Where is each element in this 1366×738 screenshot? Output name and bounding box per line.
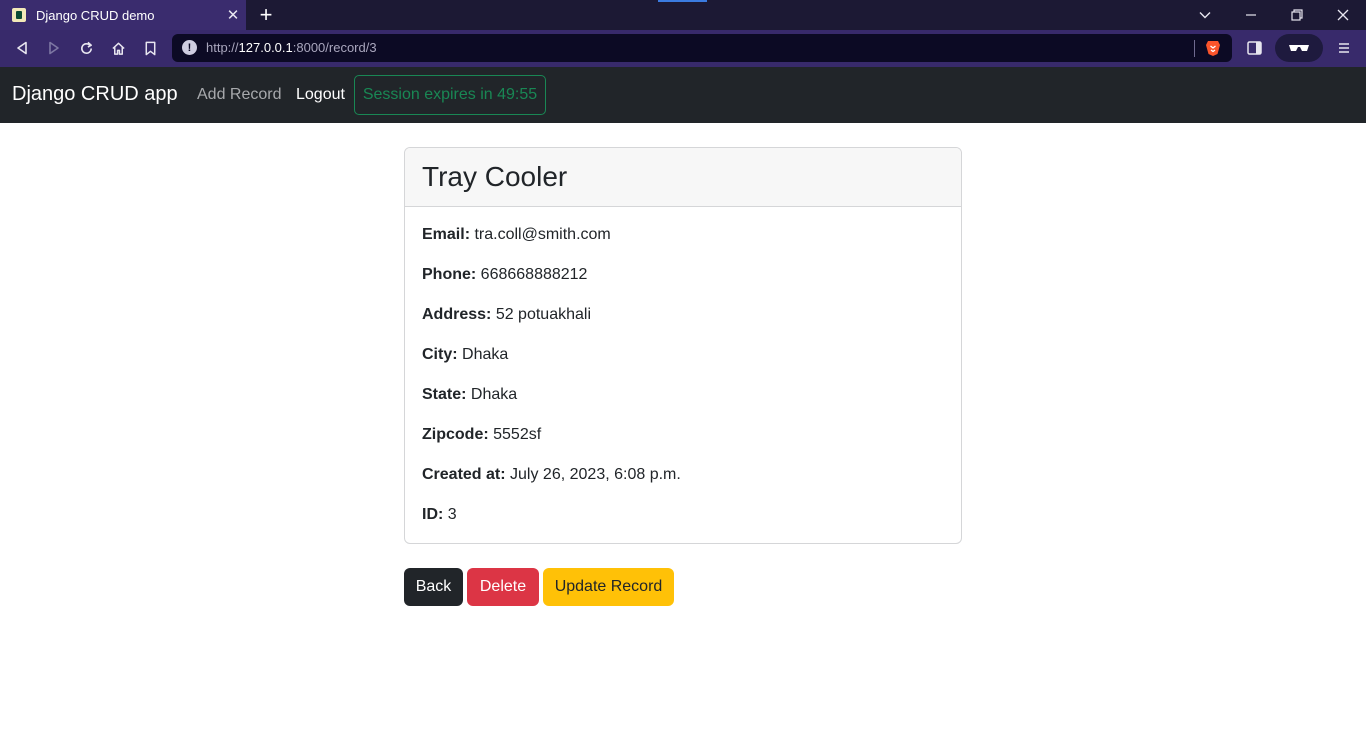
field-value: July 26, 2023, 6:08 p.m.: [510, 466, 681, 483]
reload-icon[interactable]: [72, 34, 100, 62]
record-field-city: City: Dhaka: [422, 345, 961, 385]
brave-lion-icon[interactable]: [1204, 39, 1222, 57]
field-label: Phone:: [422, 266, 477, 283]
sidebar-icon[interactable]: [1240, 34, 1268, 62]
url-text[interactable]: http://127.0.0.1:8000/record/3: [206, 40, 377, 55]
tab-close-icon[interactable]: ✕: [220, 2, 246, 28]
record-field-address: Address: 52 potuakhali: [422, 305, 961, 345]
wallet-glasses-icon[interactable]: [1275, 34, 1323, 62]
record-field-phone: Phone: 668668888212: [422, 265, 961, 305]
nav-logout-link[interactable]: Logout: [296, 86, 345, 104]
field-label: City:: [422, 346, 458, 363]
session-expiry-badge: Session expires in 49:55: [354, 75, 546, 115]
record-field-created-at: Created at: July 26, 2023, 6:08 p.m.: [422, 465, 961, 505]
back-button[interactable]: Back: [404, 568, 463, 606]
minimize-icon[interactable]: [1228, 0, 1274, 30]
home-icon[interactable]: [104, 34, 132, 62]
field-label: ID:: [422, 506, 444, 523]
field-value: tra.coll@smith.com: [474, 226, 611, 243]
hamburger-menu-icon[interactable]: [1330, 34, 1358, 62]
record-field-email: Email: tra.coll@smith.com: [422, 225, 961, 265]
nav-add-record-link[interactable]: Add Record: [197, 86, 282, 104]
url-bar[interactable]: ! http://127.0.0.1:8000/record/3: [172, 34, 1232, 62]
restore-icon[interactable]: [1274, 0, 1320, 30]
delete-button[interactable]: Delete: [467, 568, 539, 606]
record-field-zipcode: Zipcode: 5552sf: [422, 425, 961, 465]
info-icon[interactable]: !: [182, 40, 197, 55]
field-label: Address:: [422, 306, 492, 323]
url-host: 127.0.0.1: [238, 40, 293, 55]
field-label: Zipcode:: [422, 426, 489, 443]
url-prefix: http://: [206, 40, 239, 55]
field-value: Dhaka: [470, 386, 518, 403]
django-favicon-icon: [12, 8, 26, 22]
site-navbar: Django CRUD app Add Record Logout Sessio…: [0, 67, 1366, 123]
field-label: Email:: [422, 226, 471, 243]
browser-tab-strip: Django CRUD demo ✕ +: [0, 0, 1366, 30]
record-field-id: ID: 3: [422, 505, 961, 543]
record-card: Tray Cooler Email: tra.coll@smith.com Ph…: [404, 147, 962, 544]
url-suffix: :8000/record/3: [292, 40, 377, 55]
record-card-header: Tray Cooler: [405, 148, 961, 207]
field-label: State:: [422, 386, 467, 403]
record-name-title: Tray Cooler: [422, 161, 568, 192]
field-value: 5552sf: [493, 426, 542, 443]
arrow-left-icon[interactable]: [8, 34, 36, 62]
tab-strip-accent: [658, 0, 707, 2]
record-field-state: State: Dhaka: [422, 385, 961, 425]
record-card-body: Email: tra.coll@smith.com Phone: 6686688…: [405, 207, 961, 543]
update-record-button[interactable]: Update Record: [543, 568, 674, 606]
field-label: Created at:: [422, 466, 506, 483]
field-value: 52 potuakhali: [495, 306, 591, 323]
window-close-icon[interactable]: [1320, 0, 1366, 30]
field-value: 3: [447, 506, 457, 523]
field-value: 668668888212: [480, 266, 588, 283]
field-value: Dhaka: [462, 346, 509, 363]
arrow-right-icon[interactable]: [40, 34, 68, 62]
bookmark-icon[interactable]: [136, 34, 164, 62]
url-bar-divider: [1194, 40, 1195, 57]
new-tab-button[interactable]: +: [252, 2, 280, 28]
tab-title: Django CRUD demo: [36, 7, 155, 23]
browser-tab-active[interactable]: Django CRUD demo ✕: [0, 0, 246, 30]
tab-search-chevron-icon[interactable]: [1182, 0, 1228, 30]
navbar-brand[interactable]: Django CRUD app: [12, 83, 178, 106]
browser-toolbar: ! http://127.0.0.1:8000/record/3: [0, 30, 1366, 67]
